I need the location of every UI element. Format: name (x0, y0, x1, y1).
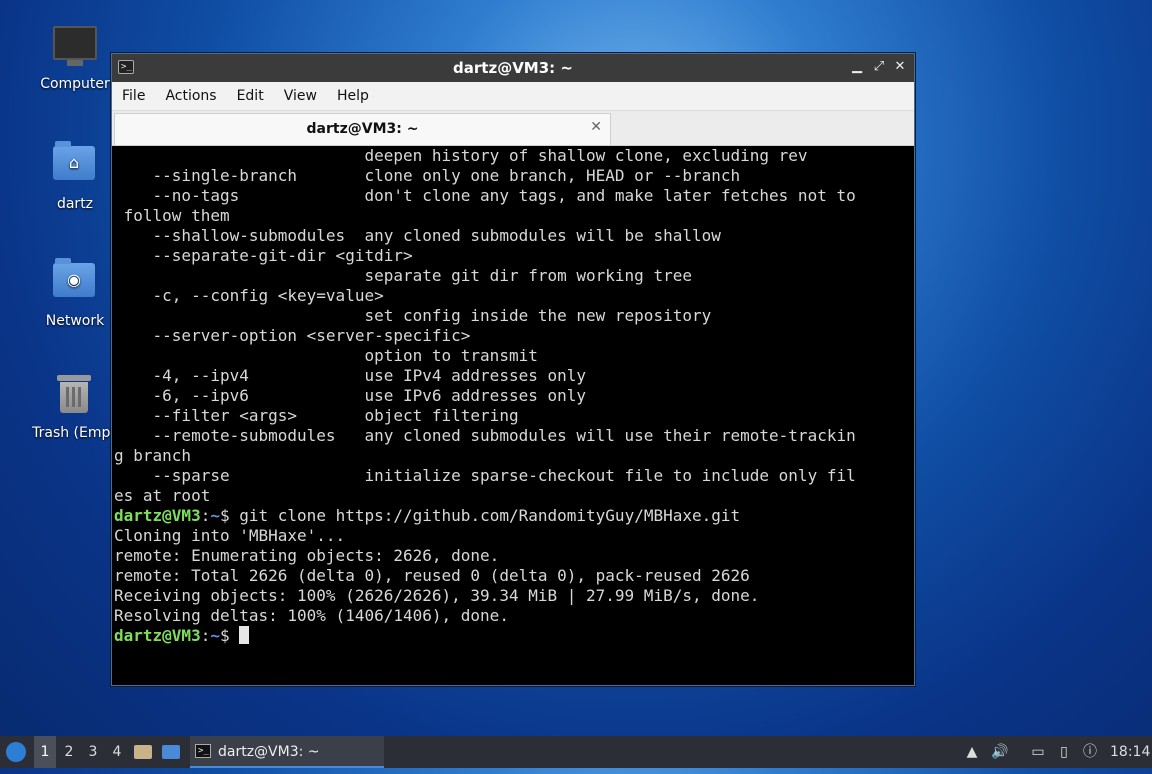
maximize-button[interactable]: ⤢ (870, 58, 888, 76)
workspace-2[interactable]: 2 (58, 736, 80, 768)
minimize-button[interactable]: ▁ (848, 58, 866, 76)
desktop-icon-label: Computer (40, 76, 110, 92)
terminal-tab[interactable]: dartz@VM3: ~ ✕ (114, 113, 611, 145)
home-folder-icon: ⌂ (53, 141, 97, 190)
prompt-colon: : (200, 506, 211, 525)
prompt-sign: $ (219, 506, 240, 525)
menu-edit[interactable]: Edit (227, 82, 274, 110)
trash-icon (52, 375, 96, 419)
task-label: dartz@VM3: ~ (218, 744, 320, 760)
desktop-icon-label: Network (45, 313, 105, 329)
tray-up-arrow-icon[interactable]: ▲ (962, 736, 982, 768)
prompt-dir: ~ (210, 626, 220, 645)
menu-actions[interactable]: Actions (155, 82, 226, 110)
command-text: git clone https://github.com/RandomityGu… (239, 506, 741, 525)
desktop-icon-computer[interactable]: Computer (30, 22, 120, 92)
active-prompt[interactable]: dartz@VM3:~$ (114, 626, 912, 646)
clipboard-icon[interactable]: ▯ (1054, 736, 1074, 768)
desktop-icon-label: Trash (Empt (32, 425, 116, 441)
prompt-sign: $ (219, 626, 240, 645)
start-menu-button[interactable] (4, 736, 28, 768)
window-title: dartz@VM3: ~ (453, 59, 573, 77)
desktop-icon-label: dartz (56, 196, 94, 212)
prompt-colon: : (200, 626, 211, 645)
tab-close-icon[interactable]: ✕ (590, 119, 602, 135)
desktop-icon-trash[interactable]: Trash (Empt (28, 373, 120, 441)
window-titlebar[interactable]: >_ dartz@VM3: ~ ▁ ⤢ ✕ (112, 54, 914, 82)
tab-bar: dartz@VM3: ~ ✕ (112, 111, 914, 146)
prompt-user: dartz@VM3 (114, 626, 201, 645)
command-line: dartz@VM3:~$ git clone https://github.co… (114, 506, 912, 526)
folder-icon (134, 745, 152, 759)
menu-file[interactable]: File (112, 82, 155, 110)
prompt-dir: ~ (210, 506, 220, 525)
network-folder-icon: ◉ (53, 258, 97, 307)
workspace-4[interactable]: 4 (106, 736, 128, 768)
terminal-output[interactable]: deepen history of shallow clone, excludi… (114, 146, 912, 683)
help-text: deepen history of shallow clone, excludi… (114, 146, 856, 505)
workspace-3[interactable]: 3 (82, 736, 104, 768)
menu-view[interactable]: View (274, 82, 327, 110)
terminal-window: >_ dartz@VM3: ~ ▁ ⤢ ✕ File Actions Edit Vie… (111, 53, 915, 686)
menubar: File Actions Edit View Help (112, 82, 914, 111)
close-button[interactable]: ✕ (891, 58, 909, 76)
volume-icon[interactable]: 🔊 (990, 736, 1010, 768)
tab-label: dartz@VM3: ~ (306, 121, 419, 137)
taskbar: 1 2 3 4 >_ dartz@VM3: ~ ▲ 🔊 ▭ ▯ ⓘ 18:14 (0, 736, 1152, 768)
menu-help[interactable]: Help (327, 82, 379, 110)
desktop-icon-home[interactable]: ⌂ dartz (30, 140, 120, 212)
terminal-icon: >_ (195, 744, 211, 758)
desktop-icon-network[interactable]: ◉ Network (30, 257, 120, 329)
lubuntu-logo-icon (6, 742, 26, 762)
taskbar-task-terminal[interactable]: >_ dartz@VM3: ~ (190, 736, 384, 768)
network-icon[interactable]: ▭ (1028, 736, 1048, 768)
update-notifier-icon[interactable]: ⓘ (1080, 736, 1100, 768)
workspace-1[interactable]: 1 (34, 736, 56, 768)
clone-output: Cloning into 'MBHaxe'... remote: Enumera… (114, 526, 760, 625)
prompt-user: dartz@VM3 (114, 506, 201, 525)
desktop-icon (162, 745, 180, 759)
file-manager-launcher[interactable] (134, 736, 156, 768)
text-cursor (239, 626, 250, 644)
clock[interactable]: 18:14 (1110, 736, 1150, 768)
computer-icon (53, 26, 97, 70)
show-desktop-button[interactable] (162, 736, 184, 768)
